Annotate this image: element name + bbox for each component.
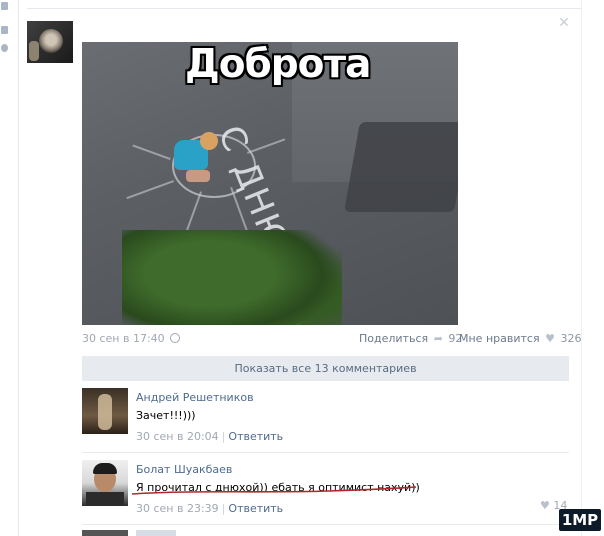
- chalk-ray: [132, 144, 171, 160]
- left-sidebar: [0, 0, 9, 536]
- share-label: Поделиться: [359, 332, 429, 345]
- photo-caption: Доброта: [185, 42, 371, 87]
- comment-divider: [82, 452, 569, 453]
- post-photo[interactable]: С ДНЮХОЙ Доброта: [82, 42, 458, 325]
- girl-figure-legs: [186, 170, 210, 182]
- comment-meta: 30 сен в 23:39 | Ответить: [136, 502, 283, 515]
- photo-bush: [122, 230, 342, 325]
- heart-icon: ♥: [540, 499, 550, 512]
- next-comment-avatar[interactable]: [82, 530, 128, 536]
- reply-button[interactable]: Ответить: [228, 430, 283, 443]
- share-button[interactable]: Поделиться ➦ 92: [359, 332, 462, 345]
- camera-icon: [170, 333, 181, 343]
- meta-separator: |: [221, 430, 226, 443]
- avatar-figure: [98, 394, 112, 430]
- post-date-text: 30 сен в 17:40: [82, 332, 165, 345]
- watermark-logo: 1MP: [559, 509, 601, 531]
- comment-author[interactable]: Андрей Решетников: [136, 391, 254, 404]
- comment-author[interactable]: Болат Шуакбаев: [136, 463, 232, 476]
- comment-date[interactable]: 30 сен в 23:39: [136, 502, 219, 515]
- frame-border-left: [18, 0, 19, 536]
- sidebar-gear-icon[interactable]: [1, 44, 8, 52]
- sidebar-comment-icon[interactable]: [1, 26, 8, 34]
- post-date[interactable]: 30 сен в 17:40: [82, 332, 181, 345]
- frame-border-right: [581, 0, 582, 536]
- comment-meta: 30 сен в 20:04 | Ответить: [136, 430, 283, 443]
- avatar-shirt: [86, 492, 124, 506]
- chalk-ray: [126, 180, 174, 200]
- comment-avatar[interactable]: [82, 460, 128, 506]
- like-count: 326: [560, 332, 582, 345]
- comment-date[interactable]: 30 сен в 20:04: [136, 430, 219, 443]
- comment-item: Андрей Решетников Зачет!!!))) 30 сен в 2…: [82, 388, 569, 448]
- heart-icon: ♥: [545, 332, 555, 345]
- post-author-avatar[interactable]: [27, 21, 73, 63]
- avatar-hair: [93, 463, 117, 474]
- like-label: Мне нравится: [459, 332, 540, 345]
- like-button[interactable]: Мне нравится ♥ 326: [459, 332, 581, 345]
- comment-avatar[interactable]: [82, 388, 128, 434]
- close-icon[interactable]: ✕: [558, 16, 570, 30]
- comment-divider: [82, 524, 569, 525]
- photo-curb: [344, 122, 458, 212]
- share-icon: ➦: [433, 332, 443, 345]
- show-all-comments-button[interactable]: Показать все 13 комментариев: [82, 356, 569, 381]
- meta-separator: |: [221, 502, 226, 515]
- next-comment-author-partial: [136, 530, 176, 536]
- red-underline-annotation: [131, 486, 417, 495]
- avatar-hand: [29, 41, 39, 61]
- avatar-face: [39, 29, 63, 53]
- sidebar-settings-icon[interactable]: [1, 2, 8, 10]
- post-top-divider: [27, 8, 581, 9]
- comment-text: Зачет!!!))): [136, 409, 196, 422]
- reply-button[interactable]: Ответить: [228, 502, 283, 515]
